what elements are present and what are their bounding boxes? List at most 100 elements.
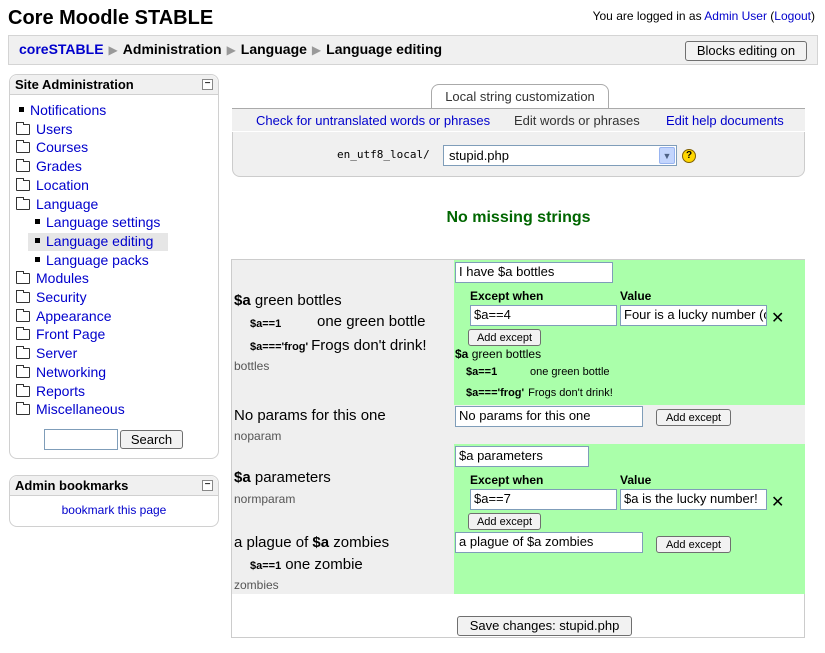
site-title: Core Moodle STABLE [8,7,214,29]
value-header: Value [620,473,652,487]
sidebar-item-label[interactable]: Networking [36,364,106,380]
original-except: $a==1 one green bottle [250,313,426,330]
except-value-input[interactable]: Four is a lucky number (o [620,305,767,326]
folder-icon [16,402,30,416]
value-header: Value [620,289,652,303]
string-original-cell: $a parameters normparam [232,444,454,532]
tab-edit-help-documents[interactable]: Edit help documents [666,113,784,128]
admin-bookmarks-block: Admin bookmarks − bookmark this page [9,475,219,527]
sidebar-item[interactable]: Language editing [28,232,168,251]
original-text: $a parameters [234,469,331,486]
string-key: noparam [234,429,282,443]
sidebar-item-label[interactable]: Modules [36,270,89,286]
folder-icon [16,327,30,341]
original-except: $a==1 one zombie [250,556,363,573]
string-key: zombies [234,578,279,592]
except-value-input[interactable]: $a is the lucky number! [620,489,767,510]
sidebar-item[interactable]: Courses [16,139,88,157]
original-text: No params for this one [234,407,386,424]
sidebar-item[interactable]: Appearance [16,308,112,326]
sidebar-item[interactable]: Notifications [16,102,106,120]
sidebar-item[interactable]: Language packs [32,252,149,270]
subtabs-row: Check for untranslated words or phrases … [232,108,805,131]
add-except-button[interactable]: Add except [468,513,541,530]
original-text: $a green bottles [234,292,342,309]
breadcrumb-site-link[interactable]: coreSTABLE [19,41,104,57]
sidebar-item-label[interactable]: Reports [36,383,85,399]
string-key: bottles [234,359,270,373]
sidebar-item[interactable]: Miscellaneous [16,401,125,419]
admin-search-input[interactable] [44,429,118,450]
breadcrumb-language[interactable]: Language [241,41,307,57]
save-changes-button[interactable]: Save changes: stupid.php [457,616,632,636]
breadcrumb-administration[interactable]: Administration [123,41,222,57]
add-except-button[interactable]: Add except [656,536,731,553]
file-select[interactable]: stupid.php ▼ [443,145,677,166]
sidebar-item[interactable]: Language settings [32,214,160,232]
except-condition-input[interactable]: $a==7 [470,489,617,510]
strings-table: $a green bottles $a==1 one green bottle $… [231,259,805,638]
breadcrumb-separator-icon: ▶ [311,43,322,57]
sidebar-item-label[interactable]: Language packs [46,252,149,268]
sidebar-item-label[interactable]: Appearance [36,308,112,324]
blocks-editing-button[interactable]: Blocks editing on [685,41,807,61]
tab-check-untranslated[interactable]: Check for untranslated words or phrases [256,113,490,128]
string-value-input[interactable]: No params for this one [455,406,643,427]
user-profile-link[interactable]: Admin User [704,9,767,23]
site-admin-block: Site Administration − Notifications Users… [9,74,219,459]
string-value-input[interactable]: I have $a bottles [455,262,613,283]
folder-icon [16,177,30,191]
preview-text: $a green bottles [455,347,542,361]
status-message: No missing strings [446,209,591,226]
folder-icon [16,159,30,173]
sidebar-item-label[interactable]: Language editing [46,233,153,249]
sidebar-item[interactable]: Reports [16,383,85,401]
sidebar-item-label[interactable]: Language settings [46,214,160,230]
sidebar-item[interactable]: Location [16,177,89,195]
bullet-icon [35,237,40,243]
string-value-input[interactable]: a plague of $a zombies [455,532,643,553]
sidebar-item-label[interactable]: Language [36,196,98,212]
delete-except-icon[interactable]: ✕ [771,308,784,328]
tab-local-string-customization[interactable]: Local string customization [431,84,609,109]
chevron-down-icon[interactable]: ▼ [659,147,675,164]
sidebar-item-label[interactable]: Location [36,177,89,193]
sidebar-item[interactable]: Networking [16,364,106,382]
sidebar-item-label[interactable]: Security [36,289,87,305]
sidebar-item[interactable]: Language [16,196,98,214]
sidebar-item-label[interactable]: Grades [36,158,82,174]
sidebar-item-label[interactable]: Notifications [30,102,106,118]
sidebar-item-label[interactable]: Courses [36,139,88,155]
sidebar-item-label[interactable]: Users [36,121,73,137]
sidebar-item[interactable]: Modules [16,270,89,288]
add-except-button[interactable]: Add except [468,329,541,346]
string-edit-cell: a plague of $a zombies Add except [454,532,805,594]
folder-icon [16,271,30,285]
sidebar-item-label[interactable]: Miscellaneous [36,401,125,417]
sidebar-item[interactable]: Security [16,289,87,307]
except-condition-input[interactable]: $a==4 [470,305,617,326]
sidebar-item-label[interactable]: Server [36,345,77,361]
string-value-input[interactable]: $a parameters [455,446,589,467]
sidebar-item[interactable]: Users [16,121,73,139]
site-admin-header: Site Administration − [10,75,218,95]
sidebar-item[interactable]: Front Page [16,326,105,344]
help-icon[interactable]: ? [682,149,696,163]
folder-icon [16,364,30,378]
folder-icon [16,383,30,397]
logout-link[interactable]: Logout [774,9,811,23]
add-except-button[interactable]: Add except [656,409,731,426]
sidebar-item[interactable]: Server [16,345,77,363]
sidebar-item[interactable]: Grades [16,158,82,176]
string-original-cell: a plague of $a zombies $a==1 one zombie z… [232,532,454,594]
sidebar-item-label[interactable]: Front Page [36,326,105,342]
bookmark-page-link[interactable]: bookmark this page [62,503,167,517]
collapse-icon[interactable]: − [202,480,213,491]
folder-icon [16,308,30,322]
admin-search-button[interactable]: Search [120,430,183,449]
tab-edit-words[interactable]: Edit words or phrases [514,113,640,128]
breadcrumb-current: Language editing [326,41,443,57]
preview-except: $a==='frog' Frogs don't drink! [466,387,613,399]
delete-except-icon[interactable]: ✕ [771,492,784,512]
collapse-icon[interactable]: − [202,79,213,90]
